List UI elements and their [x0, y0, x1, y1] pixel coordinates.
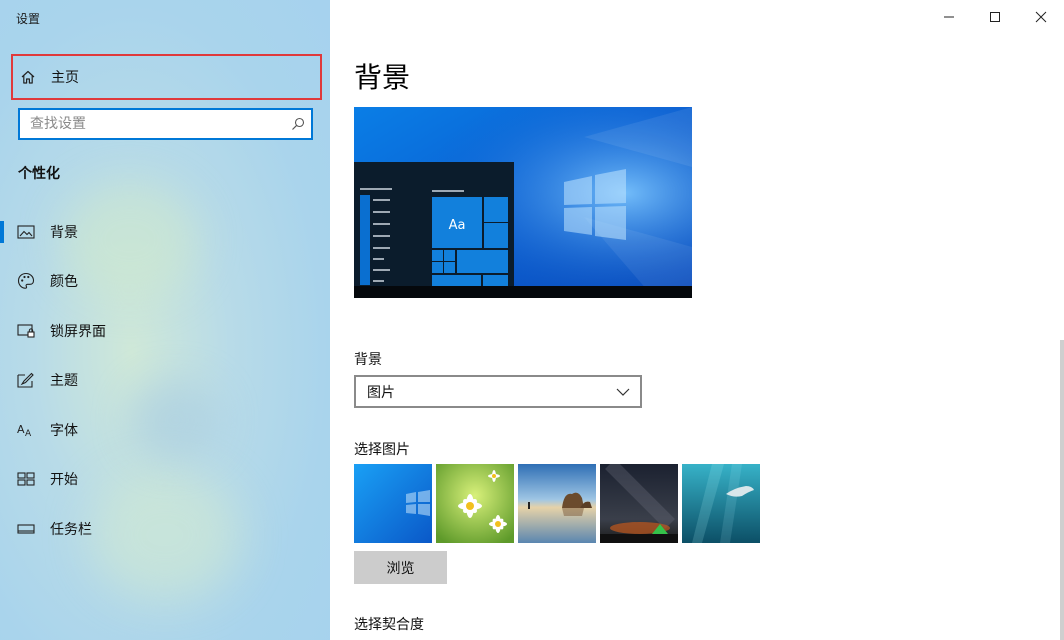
background-type-label: 背景: [354, 352, 382, 368]
font-icon: AA: [17, 421, 35, 439]
theme-brush-icon: [17, 371, 35, 389]
minimize-icon: [944, 16, 954, 18]
dropdown-value: 图片: [367, 384, 395, 401]
close-icon: [1035, 11, 1047, 23]
sidebar-item-fonts[interactable]: AA 字体: [0, 405, 330, 455]
choose-picture-label: 选择图片: [354, 442, 410, 458]
maximize-button[interactable]: [972, 0, 1018, 34]
thumbnail-underwater-diver[interactable]: [682, 464, 760, 543]
thumbnail-daisies[interactable]: [436, 464, 514, 543]
picture-thumbnails: [354, 464, 760, 543]
svg-text:A: A: [17, 423, 25, 436]
sidebar-item-taskbar[interactable]: 任务栏: [0, 504, 330, 554]
section-title: 个性化: [18, 166, 60, 182]
lock-screen-icon: [17, 322, 35, 340]
thumbnail-beach-rocks[interactable]: [518, 464, 596, 543]
window-controls: [926, 0, 1064, 34]
sidebar-item-label: 字体: [50, 422, 78, 439]
maximize-icon: [990, 12, 1000, 22]
picture-icon: [17, 223, 35, 241]
sidebar-item-start[interactable]: 开始: [0, 455, 330, 505]
home-icon: [19, 68, 37, 86]
close-button[interactable]: [1018, 0, 1064, 34]
sidebar-item-label: 主题: [50, 373, 78, 390]
browse-button[interactable]: 浏览: [354, 551, 447, 584]
page-title: 背景: [354, 61, 411, 94]
preview-sample-text: Aa: [449, 218, 466, 233]
sidebar-item-label: 任务栏: [50, 521, 92, 538]
window-title: 设置: [16, 12, 41, 26]
sidebar-home[interactable]: 主页: [11, 54, 322, 100]
taskbar-icon: [17, 520, 35, 538]
background-type-dropdown[interactable]: 图片: [354, 375, 642, 408]
thumbnail-night-sky-tent[interactable]: [600, 464, 678, 543]
svg-text:A: A: [25, 429, 32, 438]
sidebar-item-colors[interactable]: 颜色: [0, 257, 330, 307]
sidebar-nav: 背景 颜色 锁屏界面 主题 AA 字体 开始 任务栏: [0, 207, 330, 554]
start-menu-preview: Aa: [354, 162, 514, 286]
sidebar-home-label: 主页: [51, 70, 79, 86]
search-box[interactable]: [18, 108, 313, 140]
background-preview: Aa: [354, 107, 692, 298]
sidebar-item-label: 颜色: [50, 274, 78, 291]
chevron-down-icon: [616, 382, 630, 401]
sidebar-item-themes[interactable]: 主题: [0, 356, 330, 406]
sidebar-item-label: 背景: [50, 224, 78, 241]
preview-taskbar: [354, 286, 692, 298]
start-tiles-icon: [17, 470, 35, 488]
sidebar-item-background[interactable]: 背景: [0, 207, 330, 257]
sidebar-item-label: 开始: [50, 472, 78, 489]
scrollbar[interactable]: [1060, 340, 1064, 640]
sidebar-item-label: 锁屏界面: [50, 323, 106, 340]
minimize-button[interactable]: [926, 0, 972, 34]
sidebar-item-lock-screen[interactable]: 锁屏界面: [0, 306, 330, 356]
choose-fit-label: 选择契合度: [354, 617, 424, 633]
sidebar: 设置 主页 个性化 背景 颜色 锁屏界面: [0, 0, 330, 640]
palette-icon: [17, 272, 35, 290]
search-icon[interactable]: [285, 117, 311, 131]
search-input[interactable]: [20, 110, 285, 138]
thumbnail-windows-blue[interactable]: [354, 464, 432, 543]
